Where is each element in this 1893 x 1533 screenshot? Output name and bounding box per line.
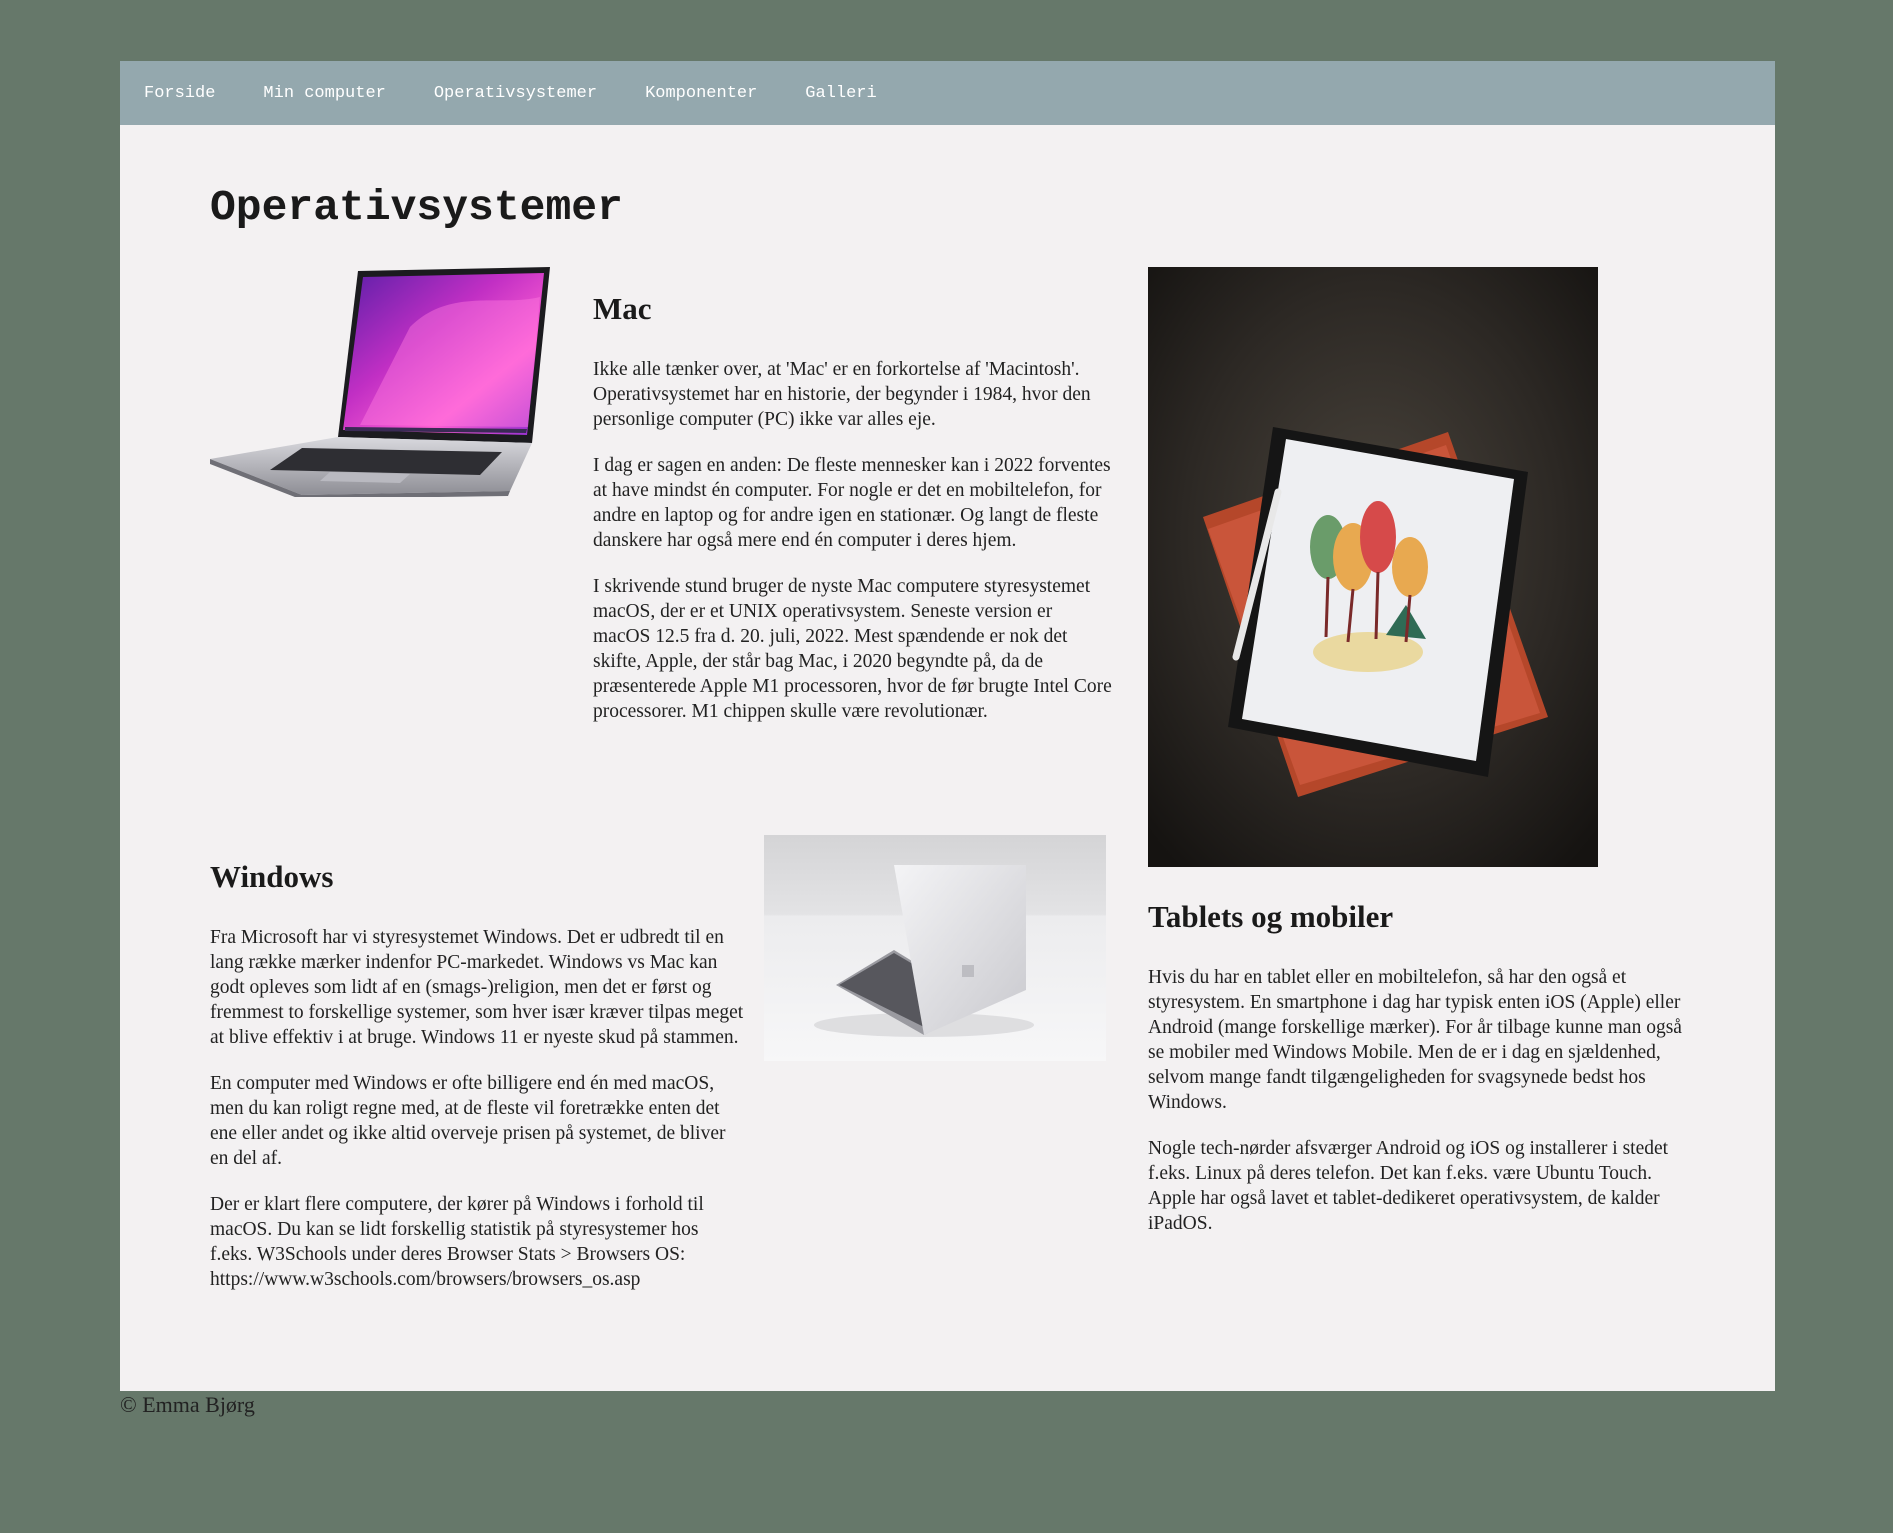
mac-section: Mac Ikke alle tænker over, at 'Mac' er e… xyxy=(593,291,1113,745)
surface-laptop-image xyxy=(764,835,1106,1061)
nav-komponenter[interactable]: Komponenter xyxy=(645,84,757,103)
nav-galleri[interactable]: Galleri xyxy=(805,84,876,103)
nav-forside[interactable]: Forside xyxy=(144,84,215,103)
tablets-paragraph: Hvis du har en tablet eller en mobiltele… xyxy=(1148,967,1682,1113)
mac-paragraph: Ikke alle tænker over, at 'Mac' er en fo… xyxy=(593,359,1091,430)
windows-paragraph: Der er klart flere computere, der kører … xyxy=(210,1194,704,1290)
windows-paragraph: En computer med Windows er ofte billiger… xyxy=(210,1073,726,1169)
page-container: Forside Min computer Operativsystemer Ko… xyxy=(120,61,1775,1391)
tablets-heading: Tablets og mobiler xyxy=(1148,899,1394,934)
windows-paragraph: Fra Microsoft har vi styresystemet Windo… xyxy=(210,927,744,1048)
mac-heading: Mac xyxy=(593,291,652,326)
macbook-image xyxy=(210,267,555,497)
tablets-paragraph: Nogle tech-nørder afsværger Android og i… xyxy=(1148,1138,1669,1234)
mac-paragraph: I dag er sagen en anden: De fleste menne… xyxy=(593,455,1111,551)
nav-min-computer[interactable]: Min computer xyxy=(263,84,385,103)
tablets-section: Tablets og mobiler Hvis du har en tablet… xyxy=(1148,899,1693,1257)
windows-section: Windows Fra Microsoft har vi styresystem… xyxy=(210,859,745,1313)
mac-paragraph: I skrivende stund bruger de nyste Mac co… xyxy=(593,576,1112,722)
windows-heading: Windows xyxy=(210,859,334,894)
footer-copyright: © Emma Bjørg xyxy=(120,1392,255,1417)
nav-operativsystemer[interactable]: Operativsystemer xyxy=(434,84,597,103)
main-nav: Forside Min computer Operativsystemer Ko… xyxy=(120,61,1775,125)
tablet-image xyxy=(1148,267,1598,867)
page-title: Operativsystemer xyxy=(210,183,623,232)
